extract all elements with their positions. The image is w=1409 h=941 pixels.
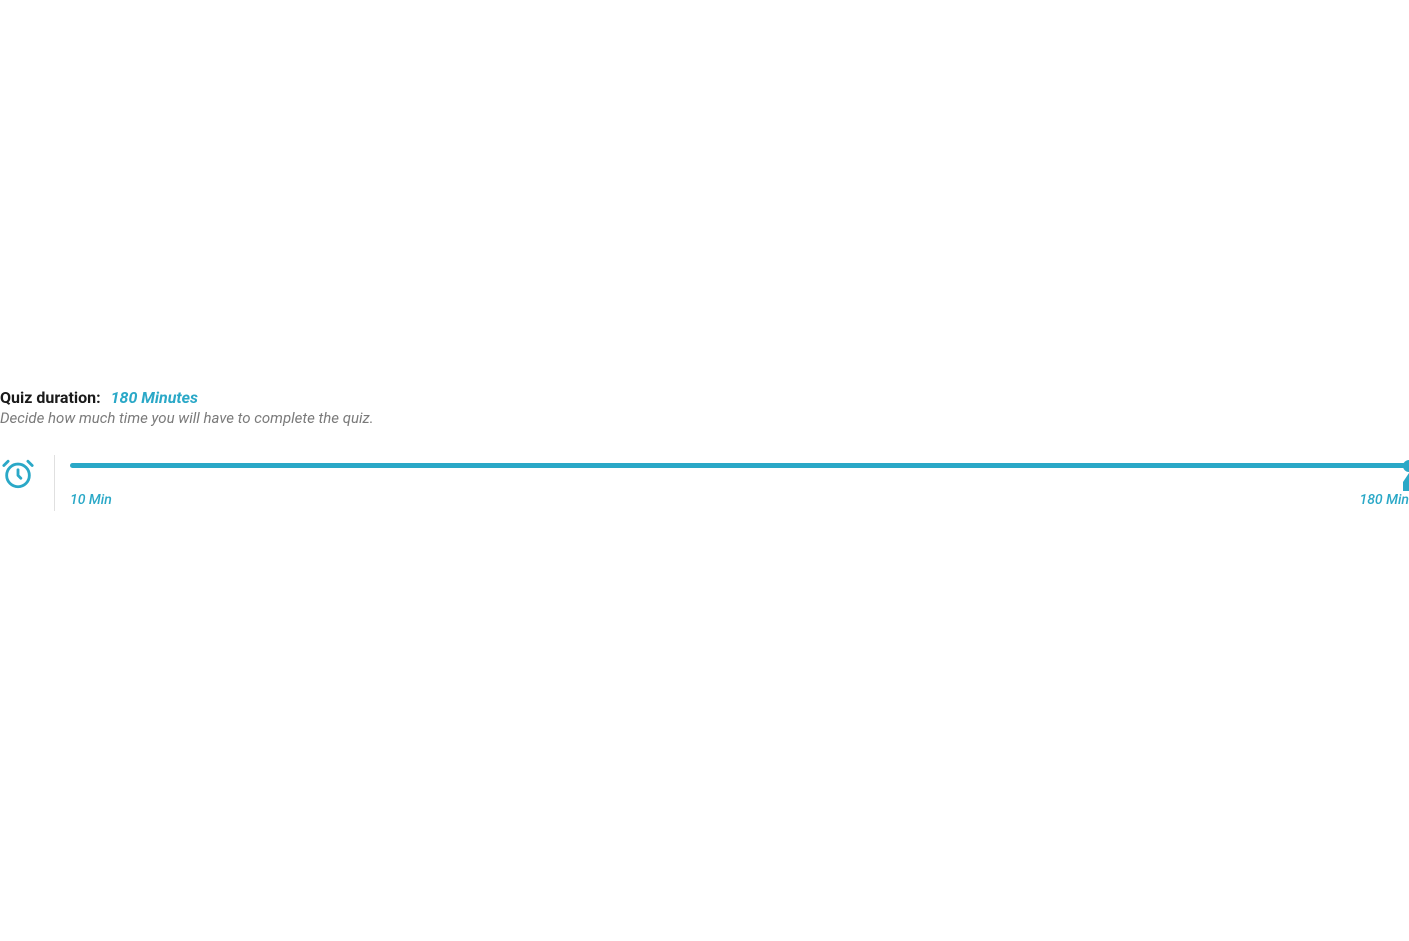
clock-icon (0, 455, 36, 491)
slider-labels: 10 Min 180 Min (70, 492, 1409, 508)
slider-handle[interactable] (1403, 460, 1409, 472)
slider-max-label: 180 Min (1360, 492, 1409, 508)
slider-min-label: 10 Min (70, 492, 112, 508)
slider-pointer-icon (1403, 473, 1409, 491)
duration-slider-section: 10 Min 180 Min (0, 455, 1409, 511)
duration-title-row: Quiz duration: 180 Minutes (0, 388, 1409, 407)
slider-divider (54, 455, 55, 511)
duration-help-text: Decide how much time you will have to co… (0, 409, 1409, 427)
slider-track[interactable] (70, 463, 1409, 468)
duration-value: 180 Minutes (111, 388, 198, 407)
duration-label: Quiz duration: (0, 388, 101, 407)
duration-slider[interactable]: 10 Min 180 Min (70, 455, 1409, 508)
